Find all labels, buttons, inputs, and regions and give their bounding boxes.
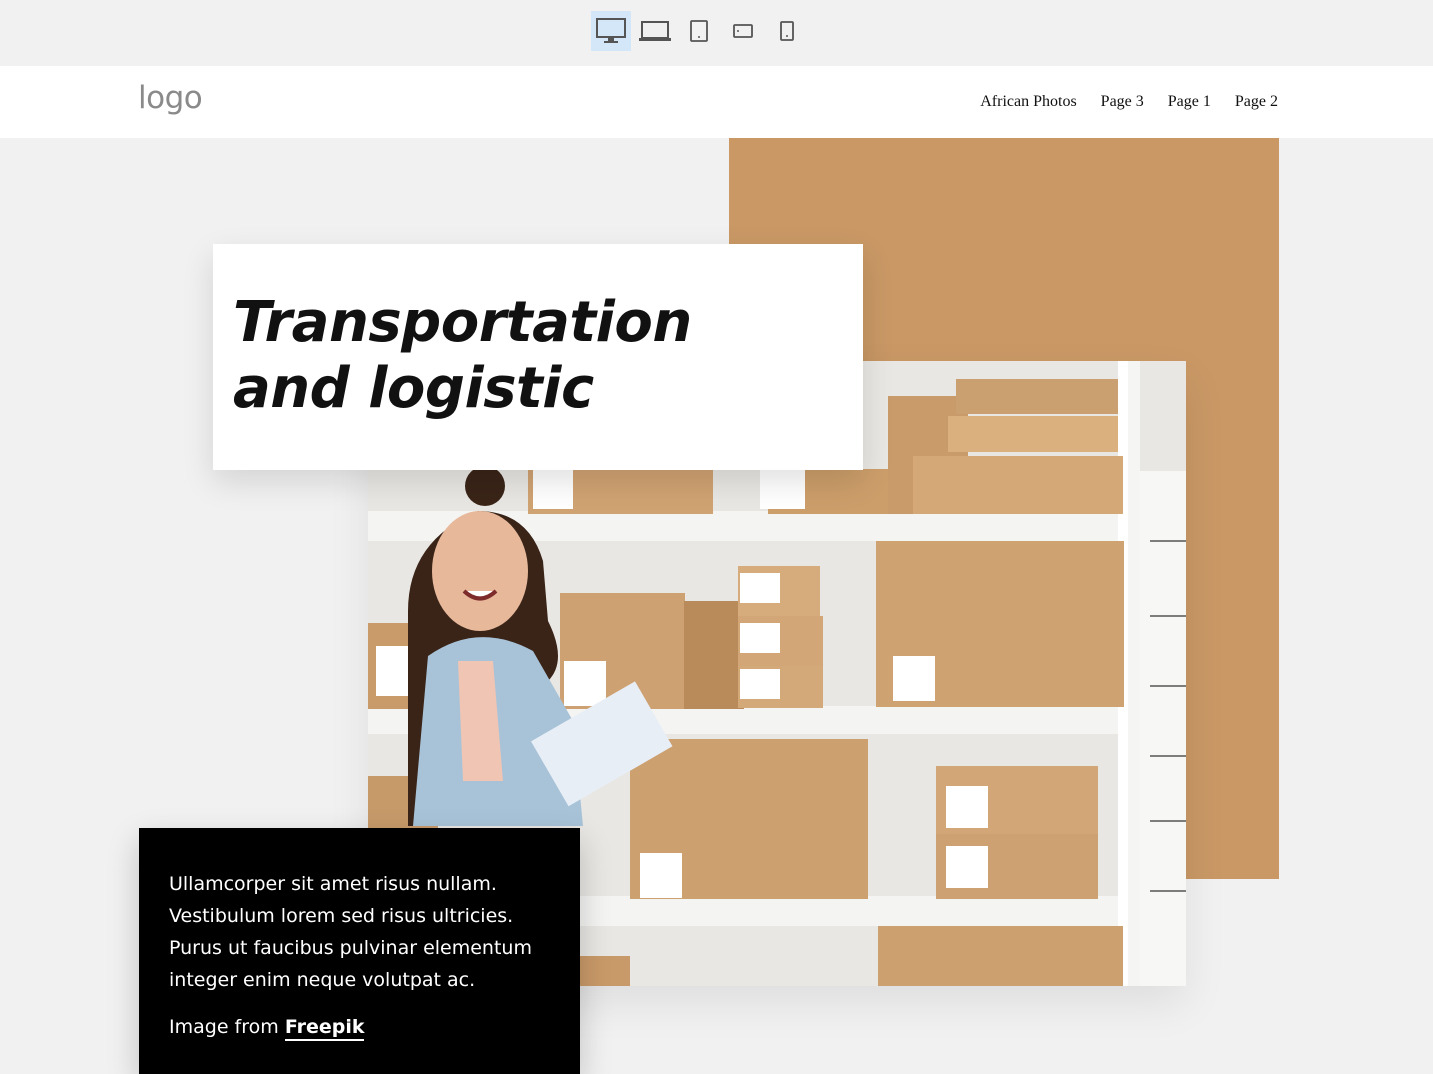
- tablet-landscape-view-button[interactable]: [723, 11, 763, 51]
- laptop-icon: [639, 21, 671, 41]
- hero-title: Transportation and logistic: [233, 290, 692, 422]
- nav-link-page-2[interactable]: Page 2: [1235, 93, 1278, 111]
- nav-link-page-3[interactable]: Page 3: [1101, 93, 1144, 111]
- site-header: logo African Photos Page 3 Page 1 Page 2: [0, 66, 1433, 138]
- tablet-landscape-icon: [733, 24, 753, 38]
- hero-title-line-1: Transportation: [233, 290, 692, 355]
- site-logo[interactable]: logo: [138, 80, 203, 116]
- mobile-icon: [780, 21, 794, 41]
- hero-text-card: Ullamcorper sit amet risus nullam. Vesti…: [139, 828, 580, 1074]
- freepik-link[interactable]: Freepik: [284, 1016, 365, 1041]
- laptop-view-button[interactable]: [635, 11, 675, 51]
- tablet-portrait-view-button[interactable]: [679, 11, 719, 51]
- device-toolbar: [0, 0, 1433, 66]
- hero-title-line-2: and logistic: [233, 356, 594, 421]
- nav-link-page-1[interactable]: Page 1: [1168, 93, 1211, 111]
- hero-title-card: Transportation and logistic: [213, 244, 863, 470]
- desktop-view-button[interactable]: [591, 11, 631, 51]
- mobile-view-button[interactable]: [767, 11, 807, 51]
- image-credit: Image from Freepik: [169, 1016, 365, 1041]
- credit-prefix: Image from: [169, 1016, 279, 1038]
- nav-link-african-photos[interactable]: African Photos: [980, 93, 1076, 111]
- tablet-portrait-icon: [690, 20, 708, 42]
- hero-body-text: Ullamcorper sit amet risus nullam. Vesti…: [169, 873, 532, 991]
- desktop-icon: [596, 18, 626, 43]
- main-nav: African Photos Page 3 Page 1 Page 2: [980, 93, 1278, 111]
